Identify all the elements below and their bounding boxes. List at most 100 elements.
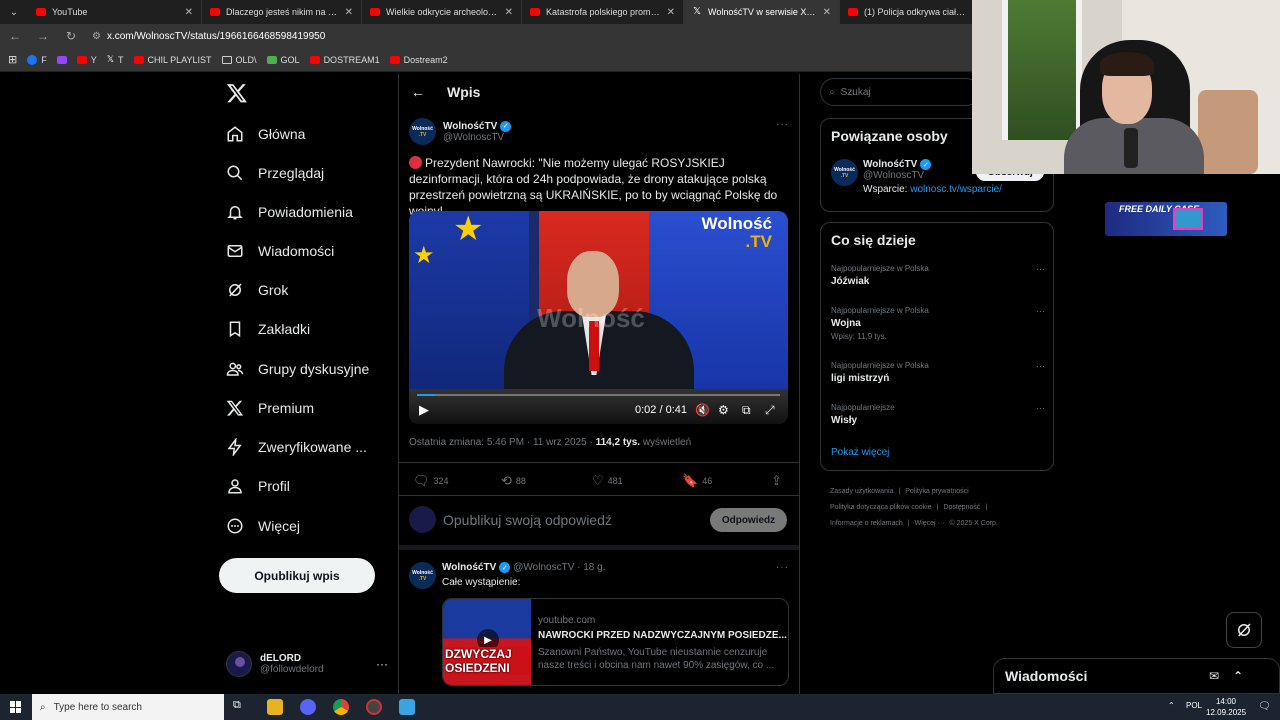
repost-action[interactable]: ⟲ 88: [501, 473, 526, 489]
nav-messages[interactable]: Wiadomości: [226, 239, 334, 263]
nav-more[interactable]: Więcej: [226, 514, 300, 538]
bookmark-item[interactable]: GOL: [266, 55, 300, 65]
browser-tab-active[interactable]: 𝕏 WolnośćTV w serwisie X: „Pr ✕: [684, 0, 840, 24]
bookmark-item[interactable]: F: [27, 54, 47, 65]
reload-icon[interactable]: ↻: [64, 29, 78, 43]
link-card[interactable]: ▶ DZWYCZAJ OSIEDZENI youtube.com NAWROCK…: [442, 598, 789, 686]
bookmark-item[interactable]: CHIL PLAYLIST: [133, 55, 212, 65]
bookmark-item[interactable]: Dostream2: [389, 55, 448, 65]
nav-notifications[interactable]: Powiadomienia: [226, 200, 353, 224]
post-button[interactable]: Opublikuj wpis: [219, 558, 375, 593]
footer-link[interactable]: Polityka prywatności: [905, 488, 968, 495]
back-arrow-icon[interactable]: ←: [411, 84, 425, 100]
footer-link[interactable]: Więcej ···: [915, 520, 945, 527]
show-more-link[interactable]: Pokaż więcej: [831, 447, 889, 458]
bookmark-item[interactable]: 𝕏T: [107, 54, 124, 65]
reply-input[interactable]: Opublikuj swoją odpowiedź: [443, 512, 612, 528]
site-settings-icon[interactable]: ⚙: [92, 31, 101, 42]
windows-start-icon[interactable]: [10, 701, 22, 713]
close-icon[interactable]: ✕: [667, 7, 675, 18]
play-icon[interactable]: ▶: [419, 402, 429, 418]
url-field[interactable]: ⚙ x.com/WolnoscTV/status/196616646859841…: [92, 31, 325, 42]
fullscreen-icon[interactable]: ⤢: [765, 403, 775, 418]
taskbar-clock[interactable]: 14:00 12.09.2025: [1206, 696, 1246, 718]
footer-link[interactable]: Informacje o reklamach: [830, 520, 903, 527]
avatar[interactable]: Wolność .TV: [831, 159, 858, 186]
reply-button[interactable]: Odpowiedz: [710, 508, 787, 532]
bookmark-item[interactable]: Y: [76, 55, 97, 65]
nav-communities[interactable]: Grupy dyskusyjne: [226, 357, 369, 381]
trend-item[interactable]: Najpopularniejsze Wisły ···: [831, 403, 1045, 426]
tweet-timestamp[interactable]: Ostatnia zmiana: 5:46 PM · 11 wrz 2025 ·: [409, 437, 596, 448]
bookmark-folder[interactable]: OLD\: [221, 55, 257, 65]
reply-action[interactable]: 🗨 324: [413, 473, 449, 489]
trend-item[interactable]: Najpopularniejsze w Polska Jóźwiak ···: [831, 264, 1045, 287]
chevron-up-icon[interactable]: ⌃: [1168, 701, 1175, 710]
nav-verified-orgs[interactable]: Zweryfikowane ...: [226, 435, 367, 459]
apps-grid-icon[interactable]: ⊞: [8, 53, 17, 66]
browser-tab[interactable]: Dlaczego jesteś nikim na rynku ✕: [202, 0, 362, 24]
bookmark-item[interactable]: DOSTREAM1: [309, 55, 380, 65]
trend-item[interactable]: Najpopularniejsze w Polska Wojna Wpisy: …: [831, 306, 1045, 341]
footer-link[interactable]: Dostępność: [943, 504, 980, 511]
more-horizontal-icon[interactable]: ···: [776, 119, 789, 130]
volume-mute-icon[interactable]: 🔇: [695, 403, 710, 417]
nav-premium[interactable]: Premium: [226, 396, 314, 420]
nav-explore[interactable]: Przeglądaj: [226, 161, 324, 185]
obs-icon[interactable]: [366, 699, 382, 715]
more-horizontal-icon[interactable]: ···: [376, 657, 388, 671]
task-view-icon[interactable]: ⧉: [233, 699, 249, 715]
video-player[interactable]: ★ ★ Wolność Wolność .TV ▶ 0:02 / 0:41 🔇 …: [409, 211, 788, 424]
browser-tab[interactable]: Katastrofa polskiego promu "Ja ✕: [522, 0, 684, 24]
grok-floating-button[interactable]: [1226, 612, 1262, 648]
nav-grok[interactable]: Grok: [226, 278, 288, 302]
footer-link[interactable]: Zasady użytkowania: [830, 488, 893, 495]
trend-item[interactable]: Najpopularniejsze w Polska ligi mistrzyń…: [831, 361, 1045, 384]
more-horizontal-icon[interactable]: ···: [1036, 361, 1045, 371]
author-name[interactable]: WolnośćTV: [442, 562, 496, 573]
settings-gear-icon[interactable]: ⚙: [718, 403, 729, 417]
messages-drawer[interactable]: Wiadomości ✉ ⌃: [993, 658, 1280, 694]
file-explorer-icon[interactable]: [267, 699, 283, 715]
account-switcher[interactable]: dELORD @followdelord ···: [226, 648, 388, 680]
browser-tab[interactable]: YouTube ✕: [28, 0, 202, 24]
close-icon[interactable]: ✕: [345, 7, 353, 18]
person-handle[interactable]: @WolnoscTV: [863, 170, 931, 181]
x-logo-icon[interactable]: [226, 82, 248, 104]
tweet-author[interactable]: Wolność .TV WolnośćTV ✓ @WolnoscTV: [409, 118, 512, 145]
nav-home[interactable]: Główna: [226, 122, 305, 146]
tab-search-button[interactable]: ⌄: [0, 0, 28, 24]
close-icon[interactable]: ✕: [505, 7, 513, 18]
like-action[interactable]: ♡ 481: [592, 473, 623, 489]
close-icon[interactable]: ✕: [823, 7, 831, 18]
discord-icon[interactable]: [300, 699, 316, 715]
language-indicator[interactable]: POL: [1186, 701, 1202, 710]
new-message-icon[interactable]: ✉: [1209, 669, 1219, 683]
search-input[interactable]: ⌕ Szukaj: [820, 78, 980, 106]
bio-link[interactable]: wolnosc.tv/wsparcie/: [910, 184, 1002, 195]
more-horizontal-icon[interactable]: ···: [1036, 264, 1045, 274]
avatar[interactable]: Wolność .TV: [409, 562, 436, 589]
bookmark-item[interactable]: [56, 55, 67, 64]
video-progress-bar[interactable]: [417, 394, 780, 396]
author-handle[interactable]: @WolnoscTV: [443, 132, 511, 143]
close-icon[interactable]: ✕: [185, 7, 193, 18]
avatar[interactable]: Wolność .TV: [409, 118, 436, 145]
forward-arrow-icon[interactable]: →: [36, 29, 50, 43]
taskbar-search-input[interactable]: ⌕ Type here to search: [32, 694, 224, 720]
chrome-icon[interactable]: [333, 699, 349, 715]
notification-icon[interactable]: 🗨: [1258, 701, 1271, 712]
picture-in-picture-icon[interactable]: ⧉: [742, 403, 751, 418]
author-handle[interactable]: @WolnoscTV · 18 g.: [513, 562, 605, 573]
nav-bookmarks[interactable]: Zakładki: [226, 317, 310, 341]
more-horizontal-icon[interactable]: ···: [776, 562, 789, 573]
more-horizontal-icon[interactable]: ···: [1036, 403, 1045, 413]
share-action[interactable]: ⇪: [771, 473, 782, 489]
bookmark-action[interactable]: 🔖 46: [682, 473, 712, 489]
browser-tab[interactable]: Wielkie odkrycie archeologiczne ✕: [362, 0, 522, 24]
nav-profile[interactable]: Profil: [226, 474, 290, 498]
footer-link[interactable]: Polityka dotycząca plików cookie: [830, 504, 932, 511]
ad-banner[interactable]: FREE DAILY CASE: [1105, 202, 1227, 236]
more-horizontal-icon[interactable]: ···: [1036, 306, 1045, 316]
author-name[interactable]: WolnośćTV: [443, 121, 497, 132]
